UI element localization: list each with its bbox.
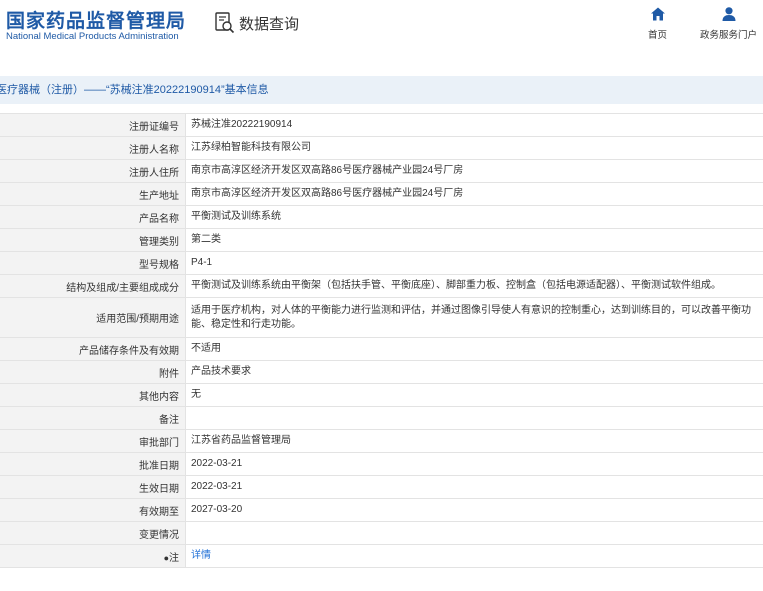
table-row: 产品名称 平衡测试及训练系统	[0, 205, 763, 229]
nav-home[interactable]: 首页	[648, 6, 667, 41]
note-label-cell: ●注	[0, 544, 186, 568]
field-value: 适用于医疗机构，对人体的平衡能力进行监测和评估，并通过图像引导使人有意识的控制重…	[185, 297, 763, 338]
field-value	[185, 406, 763, 430]
user-icon	[722, 7, 735, 21]
field-label: 生产地址	[0, 182, 186, 206]
field-value: 平衡测试及训练系统	[185, 205, 763, 229]
field-value	[185, 521, 763, 545]
field-label: 产品名称	[0, 205, 186, 229]
note-label: 注	[169, 552, 179, 564]
logo-title[interactable]: 国家药品监督管理局	[6, 6, 186, 33]
table-row: 结构及组成/主要组成成分 平衡测试及训练系统由平衡架（包括扶手管、平衡底座）、脚部…	[0, 274, 763, 298]
field-label: 注册人名称	[0, 136, 186, 160]
field-value: 产品技术要求	[185, 360, 763, 384]
field-value: P4-1	[185, 251, 763, 275]
data-query-icon	[215, 12, 235, 34]
table-row: 生效日期 2022-03-21	[0, 475, 763, 499]
field-value: 2022-03-21	[185, 475, 763, 499]
record-title-bar: 医疗器械（注册）——“苏械注准20222190914”基本信息	[0, 76, 763, 104]
table-row: 附件 产品技术要求	[0, 360, 763, 384]
table-row: 适用范围/预期用途 适用于医疗机构，对人体的平衡能力进行监测和评估，并通过图像引导…	[0, 297, 763, 338]
field-label: 管理类别	[0, 228, 186, 252]
field-label: 附件	[0, 360, 186, 384]
field-value: 南京市高淳区经济开发区双高路86号医疗器械产业园24号厂房	[185, 159, 763, 183]
table-row-note: ●注 详情	[0, 544, 763, 568]
field-value: 无	[185, 383, 763, 407]
field-value: 2022-03-21	[185, 452, 763, 476]
site-header: 国家药品监督管理局 National Medical Products Admi…	[0, 0, 763, 62]
note-value-cell: 详情	[185, 544, 763, 568]
field-value: 南京市高淳区经济开发区双高路86号医疗器械产业园24号厂房	[185, 182, 763, 206]
table-row: 其他内容无	[0, 383, 763, 407]
table-row: 生产地址 南京市高淳区经济开发区双高路86号医疗器械产业园24号厂房	[0, 182, 763, 206]
data-query-label: 数据查询	[239, 15, 300, 33]
field-value: 2027-03-20	[185, 498, 763, 522]
nav-home-label: 首页	[648, 30, 668, 41]
table-row: 有效期至 2027-03-20	[0, 498, 763, 522]
details-link[interactable]: 详情	[191, 550, 211, 561]
field-label: 注册证编号	[0, 113, 186, 137]
field-label: 批准日期	[0, 452, 186, 476]
field-label: 注册人住所	[0, 159, 186, 183]
field-label: 产品储存条件及有效期	[0, 337, 186, 361]
registration-info-table: 注册证编号 苏械注准20222190914 注册人名称 江苏绿柏智能科技有限公司 注册人…	[0, 113, 763, 568]
field-label: 生效日期	[0, 475, 186, 499]
field-value: 不适用	[185, 337, 763, 361]
table-row: 注册证编号 苏械注准20222190914	[0, 113, 763, 137]
home-icon	[650, 7, 665, 21]
field-value: 江苏绿柏智能科技有限公司	[185, 136, 763, 160]
field-value: 苏械注准20222190914	[185, 113, 763, 137]
field-label: 有效期至	[0, 498, 186, 522]
field-value: 第二类	[185, 228, 763, 252]
field-label: 其他内容	[0, 383, 186, 407]
field-value: 平衡测试及训练系统由平衡架（包括扶手管、平衡底座）、脚部重力板、控制盒（包括电源…	[185, 274, 763, 298]
field-label: 审批部门	[0, 429, 186, 453]
table-row: 产品储存条件及有效期 不适用	[0, 337, 763, 361]
field-label: 备注	[0, 406, 186, 430]
nav-service-portal[interactable]: 政务服务门户	[700, 6, 757, 41]
table-row: 管理类别 第二类	[0, 228, 763, 252]
data-query-heading[interactable]: 数据查询	[215, 12, 299, 34]
table-row: 批准日期 2022-03-21	[0, 452, 763, 476]
field-label: 结构及组成/主要组成成分	[0, 274, 186, 298]
field-label: 变更情况	[0, 521, 186, 545]
logo-subtitle: National Medical Products Administration	[6, 31, 179, 42]
nav-service-portal-label: 政务服务门户	[700, 30, 758, 41]
record-title: 医疗器械（注册）——“苏械注准20222190914”基本信息	[0, 84, 269, 96]
field-label: 型号规格	[0, 251, 186, 275]
table-row: 注册人名称 江苏绿柏智能科技有限公司	[0, 136, 763, 160]
field-label: 适用范围/预期用途	[0, 297, 186, 338]
table-row: 注册人住所 南京市高淳区经济开发区双高路86号医疗器械产业园24号厂房	[0, 159, 763, 183]
table-row: 型号规格 P4-1	[0, 251, 763, 275]
table-row: 备注	[0, 406, 763, 430]
table-row: 变更情况	[0, 521, 763, 545]
table-row: 审批部门 江苏省药品监督管理局	[0, 429, 763, 453]
field-value: 江苏省药品监督管理局	[185, 429, 763, 453]
